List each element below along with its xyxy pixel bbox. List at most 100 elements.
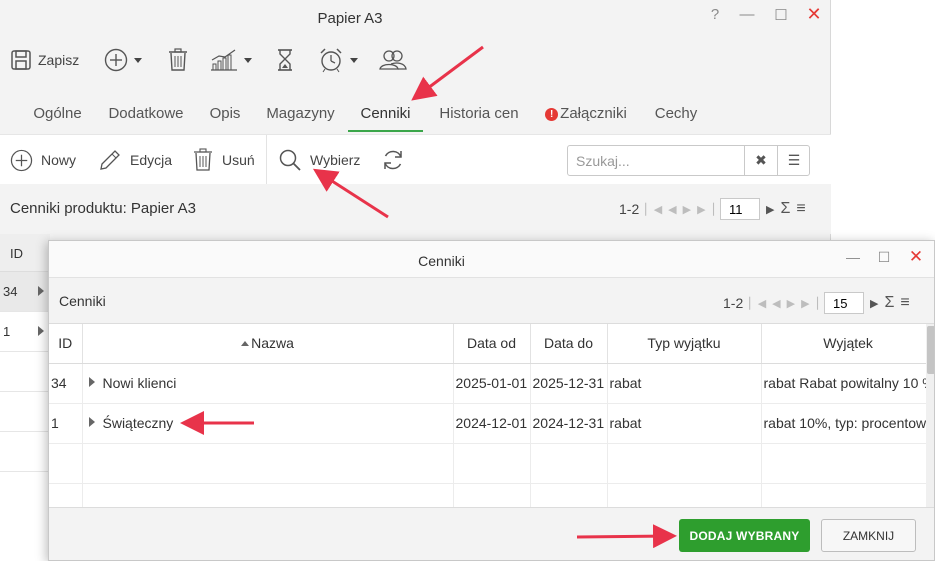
expand-icon[interactable] — [38, 326, 44, 336]
pricelist-table: ID Nazwa Data od Data do Typ wyjątku Wyj… — [49, 324, 934, 507]
toolbar-divider — [266, 135, 267, 185]
trash-icon — [169, 48, 187, 71]
cell-exception: rabat 10%, typ: procentowy — [761, 403, 934, 444]
grid-menu-icon[interactable]: ≡ — [900, 294, 909, 312]
pricelist-grid: ID 34 1 — [0, 234, 50, 561]
search-icon — [279, 149, 301, 171]
refresh-button[interactable] — [381, 145, 405, 175]
vertical-scrollbar[interactable] — [926, 324, 934, 507]
dialog-grid-header: Cenniki 1-2 ▏◀ ◀ ▶ ▶▕ ▶ Σ ≡ — [49, 277, 934, 323]
tab-historia-cen[interactable]: Historia cen — [433, 96, 525, 132]
pricelist-toolbar: Nowy Edycja Usuń Wybierz ✖ ☰ — [0, 134, 831, 185]
dialog-maximize-button[interactable]: ☐ — [875, 249, 893, 266]
table-row[interactable]: 1 Świąteczny 2024-12-01 2024-12-31 rabat… — [49, 403, 934, 444]
page-size-input[interactable] — [720, 198, 761, 220]
delete-pricelist-button[interactable]: Usuń — [192, 145, 255, 175]
tab-opis[interactable]: Opis — [207, 96, 243, 132]
row-id: 1 — [3, 324, 11, 339]
tab-zalaczniki-label: Załączniki — [560, 105, 627, 122]
expand-icon[interactable] — [88, 377, 95, 387]
column-header-id[interactable]: ID — [49, 324, 83, 364]
search-menu-button[interactable]: ☰ — [777, 146, 810, 175]
dialog-minimize-button[interactable]: — — [844, 249, 862, 265]
bar-chart-icon — [211, 49, 237, 71]
page-size-input[interactable] — [824, 292, 865, 314]
column-header-exception[interactable]: Wyjątek — [761, 324, 934, 364]
sum-icon[interactable]: Σ — [884, 294, 894, 312]
close-button[interactable]: ✕ — [804, 4, 824, 25]
help-button[interactable]: ? — [705, 6, 725, 23]
tab-zalaczniki[interactable]: ! Załączniki — [538, 96, 634, 132]
table-row[interactable]: 34 Nowi klienci 2025-01-01 2025-12-31 ra… — [49, 363, 934, 404]
hourglass-icon — [278, 49, 292, 71]
pricelist-section-header: Cenniki produktu: Papier A3 1-2 ▏◀ ◀ ▶ ▶… — [0, 184, 831, 234]
column-header-date-to[interactable]: Data do — [530, 324, 608, 364]
maximize-button[interactable]: ☐ — [771, 6, 791, 24]
add-dropdown-button[interactable] — [104, 44, 142, 76]
alert-icon: ! — [545, 108, 559, 121]
contacts-button[interactable] — [379, 44, 407, 76]
prev-page-icon[interactable]: ◀ — [668, 203, 676, 216]
tab-magazyny[interactable]: Magazyny — [261, 96, 340, 132]
plus-circle-icon — [104, 48, 128, 72]
search-input[interactable] — [568, 146, 744, 175]
history-button[interactable] — [276, 44, 294, 76]
close-dialog-button[interactable]: ZAMKNIJ — [821, 519, 916, 552]
sum-icon[interactable]: Σ — [780, 200, 790, 218]
last-page-icon[interactable]: ▶▕ — [801, 297, 818, 310]
tab-ogolne[interactable]: Ogólne — [30, 96, 85, 132]
minimize-button[interactable]: — — [737, 6, 757, 23]
clear-icon: ✖ — [755, 152, 767, 168]
first-page-icon[interactable]: ▏◀ — [645, 203, 662, 216]
dialog-title: Cenniki — [418, 253, 465, 269]
column-header-date-from[interactable]: Data od — [453, 324, 531, 364]
last-page-icon[interactable]: ▶▕ — [697, 203, 714, 216]
delete-label: Usuń — [222, 152, 255, 168]
cell-exception: rabat Rabat powitalny 10 % — [761, 363, 934, 404]
tab-dodatkowe[interactable]: Dodatkowe — [103, 96, 189, 132]
alarm-dropdown-button[interactable] — [318, 44, 358, 76]
add-selected-button[interactable]: DODAJ WYBRANY — [679, 519, 810, 552]
tab-cechy[interactable]: Cechy — [650, 96, 702, 132]
dialog-title-bar: Cenniki — ☐ ✕ — [49, 241, 934, 277]
dialog-close-button[interactable]: ✕ — [907, 247, 925, 267]
cell-date-from: 2024-12-01 — [453, 403, 531, 444]
page-size-apply-icon[interactable]: ▶ — [766, 203, 774, 216]
tab-cenniki[interactable]: Cenniki — [348, 96, 423, 132]
dialog-section-title: Cenniki — [59, 293, 106, 309]
prev-page-icon[interactable]: ◀ — [772, 297, 780, 310]
table-row — [49, 483, 934, 507]
table-row[interactable]: 1 — [0, 312, 50, 352]
chevron-down-icon — [134, 57, 142, 63]
expand-icon[interactable] — [38, 286, 44, 296]
table-row — [0, 352, 50, 392]
next-page-icon[interactable]: ▶ — [787, 297, 795, 310]
select-button[interactable]: Wybierz — [278, 145, 360, 175]
table-row[interactable]: 34 — [0, 272, 50, 312]
clear-search-button[interactable]: ✖ — [744, 146, 777, 175]
grid-header-id: ID — [0, 234, 50, 272]
save-button[interactable]: Zapisz — [10, 44, 79, 76]
dialog-footer: DODAJ WYBRANY ZAMKNIJ — [49, 507, 934, 560]
first-page-icon[interactable]: ▏◀ — [749, 297, 766, 310]
table-row — [0, 392, 50, 432]
dialog-pricelist-table: ID Nazwa Data od Data do Typ wyjątku Wyj… — [49, 323, 934, 507]
delete-button[interactable] — [167, 44, 189, 76]
page-size-apply-icon[interactable]: ▶ — [870, 297, 878, 310]
hamburger-icon: ☰ — [787, 152, 801, 168]
expand-icon[interactable] — [88, 417, 95, 427]
column-header-name[interactable]: Nazwa — [82, 324, 454, 364]
next-page-icon[interactable]: ▶ — [683, 203, 691, 216]
grid-menu-icon[interactable]: ≡ — [796, 200, 805, 218]
new-button[interactable]: Nowy — [10, 145, 76, 175]
dialog-pager: 1-2 ▏◀ ◀ ▶ ▶▕ ▶ Σ ≡ — [723, 292, 910, 314]
save-label: Zapisz — [38, 52, 80, 68]
pager: 1-2 ▏◀ ◀ ▶ ▶▕ ▶ Σ ≡ — [619, 198, 806, 220]
cell-exception-type: rabat — [607, 403, 762, 444]
scrollbar-thumb[interactable] — [927, 326, 934, 374]
edit-button[interactable]: Edycja — [98, 145, 172, 175]
chart-dropdown-button[interactable] — [210, 44, 252, 76]
row-id: 34 — [3, 284, 18, 299]
column-header-exception-type[interactable]: Typ wyjątku — [607, 324, 762, 364]
tab-bar: Ogólne Dodatkowe Opis Magazyny Cenniki H… — [0, 96, 831, 132]
